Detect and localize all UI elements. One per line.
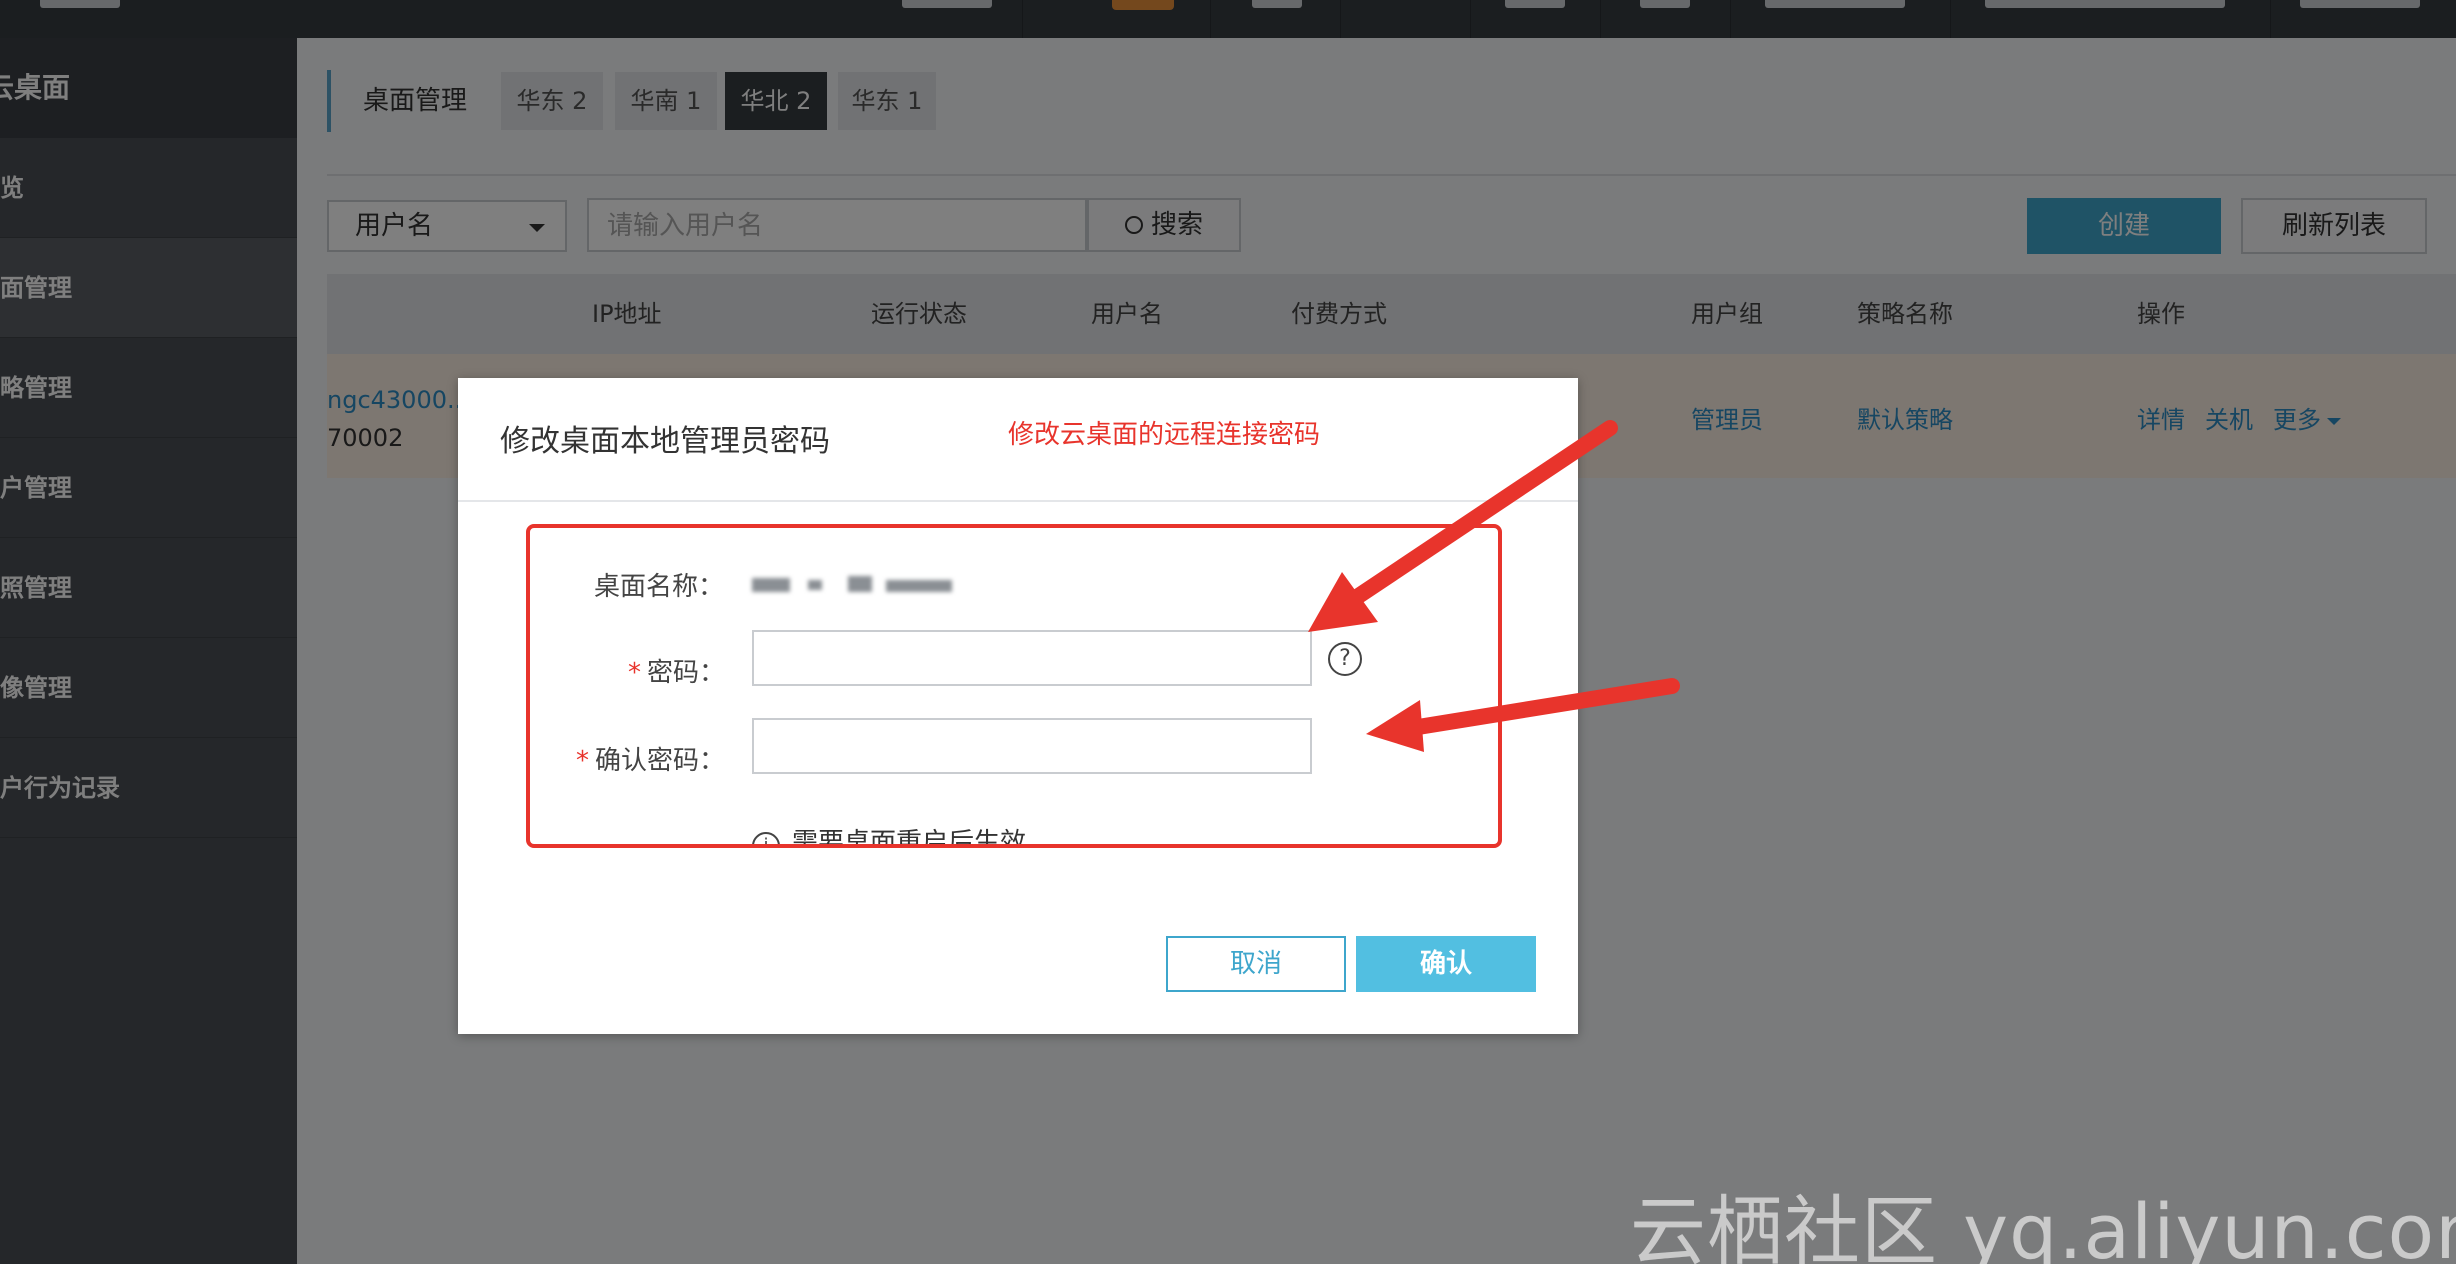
confirm-button[interactable]: 确认 xyxy=(1356,936,1536,992)
required-mark: * xyxy=(628,658,641,688)
help-icon[interactable]: ? xyxy=(1328,642,1362,676)
dialog-title: 修改桌面本地管理员密码 xyxy=(500,424,830,459)
confirm-password-label: * 确认密码： xyxy=(576,740,725,777)
password-label-text: 密码： xyxy=(647,658,726,688)
restart-hint-text: 需要桌面重启后生效 xyxy=(792,828,1027,848)
watermark: 云栖社区 yq.aliyun.com xyxy=(1630,1187,2456,1264)
dialog-divider xyxy=(458,500,1578,502)
info-icon: i xyxy=(752,832,780,844)
redaction-block xyxy=(848,576,872,592)
required-mark: * xyxy=(576,746,589,776)
confirm-password-label-text: 确认密码： xyxy=(595,746,726,776)
password-field[interactable] xyxy=(752,630,1312,686)
password-label: * 密码： xyxy=(628,652,725,689)
desktop-name-value-redacted xyxy=(752,574,966,596)
annotation-note: 修改云桌面的远程连接密码 xyxy=(1008,420,1321,450)
confirm-password-field[interactable] xyxy=(752,718,1312,774)
annotation-highlight-box: 桌面名称： * 密码： ? * 确认密码： i 需要桌面重启后生效 xyxy=(526,524,1502,848)
redaction-block xyxy=(752,578,790,592)
redaction-block xyxy=(808,580,822,590)
change-password-dialog: 修改桌面本地管理员密码 修改云桌面的远程连接密码 桌面名称： * 密码： ? * 确… xyxy=(458,378,1578,1034)
restart-hint: i 需要桌面重启后生效 xyxy=(752,822,1027,848)
desktop-name-label: 桌面名称： xyxy=(594,572,725,602)
redaction-block xyxy=(886,580,952,592)
cancel-button[interactable]: 取消 xyxy=(1166,936,1346,992)
